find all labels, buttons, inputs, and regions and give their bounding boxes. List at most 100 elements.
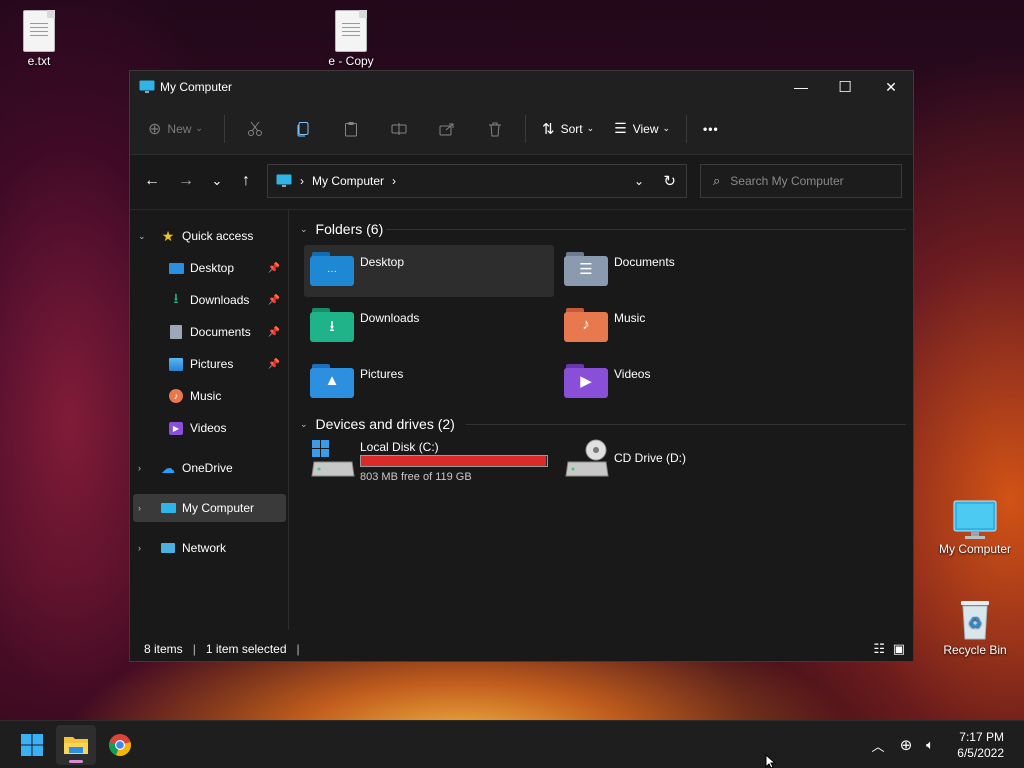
sort-button[interactable]: ⇅ Sort ⌄: [532, 113, 604, 145]
globe-network-icon[interactable]: ⊕: [896, 733, 916, 757]
back-button[interactable]: ←: [138, 165, 166, 197]
desktop-my-computer[interactable]: My Computer: [935, 500, 1015, 556]
rename-button[interactable]: [375, 113, 423, 145]
copy-button[interactable]: [279, 113, 327, 145]
chevron-right-icon[interactable]: ›: [138, 503, 141, 513]
section-title: Folders (6): [315, 221, 384, 237]
file-explorer-taskbar-button[interactable]: [56, 725, 96, 765]
details-view-icon[interactable]: ☷: [873, 641, 885, 657]
sidebar-item-my-computer[interactable]: › My Computer: [133, 494, 286, 522]
copy-icon: [297, 121, 309, 136]
drives-section-header[interactable]: ⌄ Devices and drives (2): [296, 413, 455, 435]
pin-icon[interactable]: 📌: [268, 359, 280, 370]
sidebar-item-onedrive[interactable]: › ☁ OneDrive: [130, 454, 286, 482]
section-divider: [466, 424, 906, 425]
sidebar-item-music[interactable]: ♪ Music: [130, 382, 286, 410]
search-input[interactable]: Search My Computer: [730, 174, 843, 188]
folder-tile-pictures[interactable]: ▲ Pictures: [304, 357, 554, 409]
share-button[interactable]: [423, 113, 471, 145]
downloads-folder-icon: ⭳: [310, 307, 354, 343]
recent-locations-button[interactable]: ⌄: [203, 165, 231, 197]
delete-button[interactable]: [471, 113, 519, 145]
address-history-dropdown[interactable]: ⌄: [634, 174, 644, 188]
drive-usage-bar: [360, 455, 548, 467]
sidebar-item-videos[interactable]: ▶ Videos: [130, 414, 286, 442]
folder-tile-videos[interactable]: ▶ Videos: [558, 357, 808, 409]
sidebar-item-pictures[interactable]: Pictures 📌: [130, 350, 286, 378]
my-computer-icon: [276, 174, 292, 187]
section-title: Devices and drives (2): [315, 416, 455, 432]
refresh-icon[interactable]: ↻: [663, 172, 676, 190]
chrome-icon: [109, 734, 131, 757]
up-button[interactable]: ↑: [232, 165, 260, 197]
new-button[interactable]: ⊕ New ⌄: [148, 113, 218, 145]
toolbar-divider: [686, 114, 688, 143]
desktop-file-e-copy[interactable]: e - Copy: [311, 10, 391, 68]
sidebar-item-documents[interactable]: Documents 📌: [130, 318, 286, 346]
toolbar-divider: [224, 114, 225, 143]
desktop-icon-label: Recycle Bin: [943, 643, 1007, 657]
pin-icon[interactable]: 📌: [268, 295, 280, 306]
chevron-right-icon[interactable]: ›: [138, 463, 141, 473]
folder-tile-desktop[interactable]: ··· Desktop: [304, 245, 554, 297]
my-computer-icon: [160, 500, 176, 516]
tiles-view-icon[interactable]: ▣: [893, 641, 905, 657]
breadcrumb-separator-icon[interactable]: ›: [392, 174, 396, 188]
minimize-button[interactable]: —: [778, 71, 824, 103]
view-button[interactable]: ☰ View ⌄: [604, 113, 680, 145]
cd-drive-icon: [565, 439, 609, 477]
sort-label: Sort: [560, 121, 583, 136]
sidebar-item-label: Pictures: [190, 357, 234, 371]
drive-tile-d[interactable]: CD Drive (D:): [558, 436, 808, 488]
cut-button[interactable]: [231, 113, 279, 145]
folder-label: Desktop: [360, 255, 405, 269]
speaker-volume-icon[interactable]: 🔈︎: [920, 733, 940, 757]
pin-icon[interactable]: 📌: [268, 327, 280, 338]
maximize-button[interactable]: ☐: [822, 71, 868, 103]
documents-icon: [168, 324, 184, 340]
desktop-file-e-txt[interactable]: e.txt: [0, 10, 79, 68]
sidebar-item-desktop[interactable]: Desktop 📌: [130, 254, 286, 282]
rename-icon: [391, 122, 407, 135]
chevron-down-icon[interactable]: ⌄: [300, 224, 308, 235]
folder-tile-documents[interactable]: ☰ Documents: [558, 245, 808, 297]
hard-drive-icon: [311, 440, 355, 477]
show-hidden-icons-button[interactable]: ︿: [868, 733, 888, 757]
sidebar-item-network[interactable]: › Network: [130, 534, 286, 562]
videos-folder-icon: ▶: [564, 363, 608, 399]
chrome-taskbar-button[interactable]: [100, 725, 140, 765]
paste-button[interactable]: [327, 113, 375, 145]
more-options-button[interactable]: •••: [693, 113, 729, 145]
desktop-recycle-bin[interactable]: ♻ Recycle Bin: [935, 597, 1015, 657]
sidebar-item-label: Desktop: [190, 261, 235, 275]
star-icon: ★: [161, 227, 175, 244]
address-bar[interactable]: › My Computer › ⌄ ↻: [267, 164, 687, 198]
folder-tile-downloads[interactable]: ⭳ Downloads: [304, 301, 554, 353]
monitor-icon: [953, 500, 997, 539]
clock[interactable]: 7:17 PM 6/5/2022: [957, 729, 1004, 761]
selection-count: 1 item selected: [205, 642, 287, 656]
chevron-down-icon[interactable]: ⌄: [138, 231, 146, 242]
drive-tile-c[interactable]: Local Disk (C:) 803 MB free of 119 GB: [304, 436, 554, 488]
downloads-icon: ⭳: [173, 290, 179, 306]
chevron-down-icon[interactable]: ⌄: [300, 419, 308, 430]
navigation-pane: ⌄ ★ Quick access Desktop 📌 ⭳ Downloads 📌…: [130, 210, 289, 630]
chevron-down-icon: ⌄: [662, 123, 671, 133]
close-button[interactable]: ✕: [868, 71, 914, 103]
recycle-bin-icon: ♻: [961, 601, 989, 640]
folder-tile-music[interactable]: ♪ Music: [558, 301, 808, 353]
sidebar-item-quick-access[interactable]: ⌄ ★ Quick access: [130, 222, 286, 250]
sidebar-item-downloads[interactable]: ⭳ Downloads 📌: [130, 286, 286, 314]
breadcrumb-item[interactable]: My Computer: [312, 174, 384, 188]
pin-icon[interactable]: 📌: [268, 263, 280, 274]
active-app-indicator: [69, 760, 83, 763]
chevron-right-icon[interactable]: ›: [138, 543, 141, 553]
search-box[interactable]: ⌕ Search My Computer: [700, 164, 902, 198]
clock-time: 7:17 PM: [959, 730, 1004, 744]
windows-logo-icon: [21, 734, 43, 756]
view-label: View: [632, 121, 659, 136]
title-bar[interactable]: My Computer — ☐ ✕: [130, 71, 913, 103]
start-button[interactable]: [12, 725, 52, 765]
folders-section-header[interactable]: ⌄ Folders (6): [296, 218, 383, 240]
forward-button[interactable]: →: [172, 165, 200, 197]
